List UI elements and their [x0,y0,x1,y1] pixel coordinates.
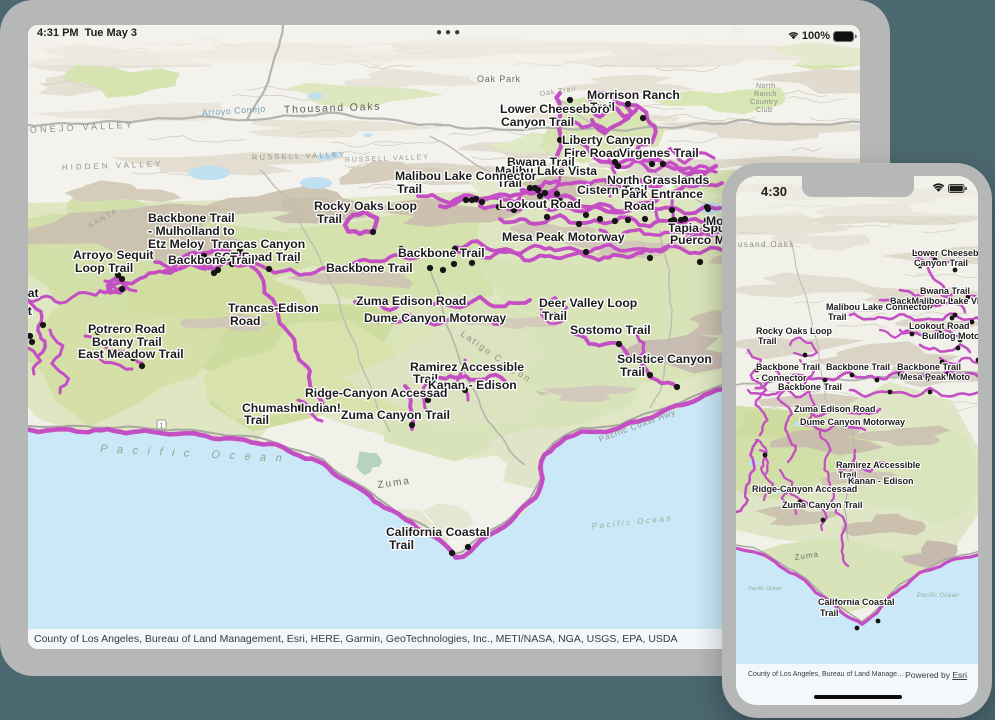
svg-text:Trail: Trail [244,413,269,427]
svg-text:Lookout Road: Lookout Road [499,197,581,211]
svg-text:Trail: Trail [397,182,422,196]
svg-text:Zuma Edison Road: Zuma Edison Road [794,404,876,414]
svg-text:Trancas Canyon: Trancas Canyon [211,237,305,251]
svg-text:California Coastal: California Coastal [818,597,895,607]
svg-text:Ramirez Accessible: Ramirez Accessible [836,460,920,470]
svg-text:Backbone Trail: Backbone Trail [168,253,255,267]
svg-text:Malibou Lake Connector: Malibou Lake Connector [395,169,537,183]
svg-text:Canyon Trail: Canyon Trail [914,258,968,268]
svg-text:Etz Meloy: Etz Meloy [148,237,204,251]
svg-text:Potrero Road: Potrero Road [88,322,165,336]
svg-text:Solstice Canyon: Solstice Canyon [617,352,712,366]
svg-text:Lower Cheeseboro: Lower Cheeseboro [500,102,610,116]
svg-text:Ridge-Canyon Accessad: Ridge-Canyon Accessad [305,386,447,400]
svg-text:- Mulholland to: - Mulholland to [148,224,235,238]
svg-text:1: 1 [160,423,164,430]
svg-text:California Coastal: California Coastal [386,525,490,539]
svg-text:Mesa Peak Moto: Mesa Peak Moto [900,372,971,382]
svg-text:Dume Canyon Motorway: Dume Canyon Motorway [800,417,905,427]
svg-text:Backbone Trail: Backbone Trail [897,362,961,372]
svg-text:Road: Road [624,199,654,213]
svg-text:Road: Road [230,314,260,328]
svg-text:usand Oaks: usand Oaks [738,240,795,249]
svg-text:Lookout Road: Lookout Road [909,321,970,331]
svg-text:Trail: Trail [317,212,342,226]
svg-text:Ranch: Ranch [754,91,777,98]
svg-text:Pacific Ocean: Pacific Ocean [917,592,959,599]
svg-text:Trail: Trail [758,336,777,346]
svg-text:s Flat: s Flat [28,304,32,318]
svg-text:Kanan - Edison: Kanan - Edison [848,476,914,486]
svg-text:Backbone Trail: Backbone Trail [326,261,413,275]
svg-text:Malibou Lake Connector: Malibou Lake Connector [826,302,931,312]
svg-text:Rocky Oaks Loop: Rocky Oaks Loop [756,326,833,336]
svg-text:Virgenes Trail: Virgenes Trail [619,146,699,160]
svg-text:Backbone Trail: Backbone Trail [148,211,235,225]
svg-text:Backbone Trail: Backbone Trail [778,382,842,392]
svg-text:Trail: Trail [820,608,839,618]
svg-text:Zuma Canyon Trail: Zuma Canyon Trail [341,408,450,422]
svg-text:Oak Park: Oak Park [477,74,521,84]
svg-text:Mesa Peak Motorway: Mesa Peak Motorway [502,230,625,244]
svg-text:Backbone Trail: Backbone Trail [826,362,890,372]
svg-text:Sostomo Trail: Sostomo Trail [570,323,651,337]
svg-text:Loop Trail: Loop Trail [75,261,133,275]
svg-text:Dume Canyon Motorway: Dume Canyon Motorway [364,311,506,325]
svg-text:Backbone Trail: Backbone Trail [398,246,485,260]
svg-text:Liberty Canyon: Liberty Canyon [562,133,651,147]
svg-text:Country: Country [750,99,778,106]
svg-text:Trancas-Edison: Trancas-Edison [228,301,319,315]
svg-text:Ridge-Canyon Accessad: Ridge-Canyon Accessad [752,484,857,494]
svg-text:Zuma Edison Road: Zuma Edison Road [356,294,466,308]
svg-text:as Flat: as Flat [28,286,39,300]
svg-text:Puerco M: Puerco M [670,233,725,247]
svg-text:Trail: Trail [620,365,645,379]
svg-text:Canyon Trail: Canyon Trail [501,115,574,129]
svg-text:Trail: Trail [542,309,567,323]
svg-text:Zuma Canyon Trail: Zuma Canyon Trail [782,500,863,510]
svg-text:Club: Club [756,107,772,114]
svg-text:Bulldog Motor: Bulldog Motor [922,331,978,341]
svg-text:Lower Cheesebo: Lower Cheesebo [912,248,978,258]
svg-text:Bwana Trail: Bwana Trail [920,286,970,296]
svg-text:Rocky Oaks Loop: Rocky Oaks Loop [314,199,417,213]
svg-text:Pacific Ocean: Pacific Ocean [748,586,782,592]
svg-text:Deer Valley Loop: Deer Valley Loop [539,296,637,310]
svg-text:Trail: Trail [389,538,414,552]
svg-text:North: North [756,83,776,90]
svg-text:East Meadow Trail: East Meadow Trail [78,347,184,361]
svg-text:Backbone Trail: Backbone Trail [756,362,820,372]
svg-text:Arroyo Sequit: Arroyo Sequit [73,248,154,262]
svg-text:Trail: Trail [828,312,847,322]
svg-text:Mo: Mo [706,214,724,228]
